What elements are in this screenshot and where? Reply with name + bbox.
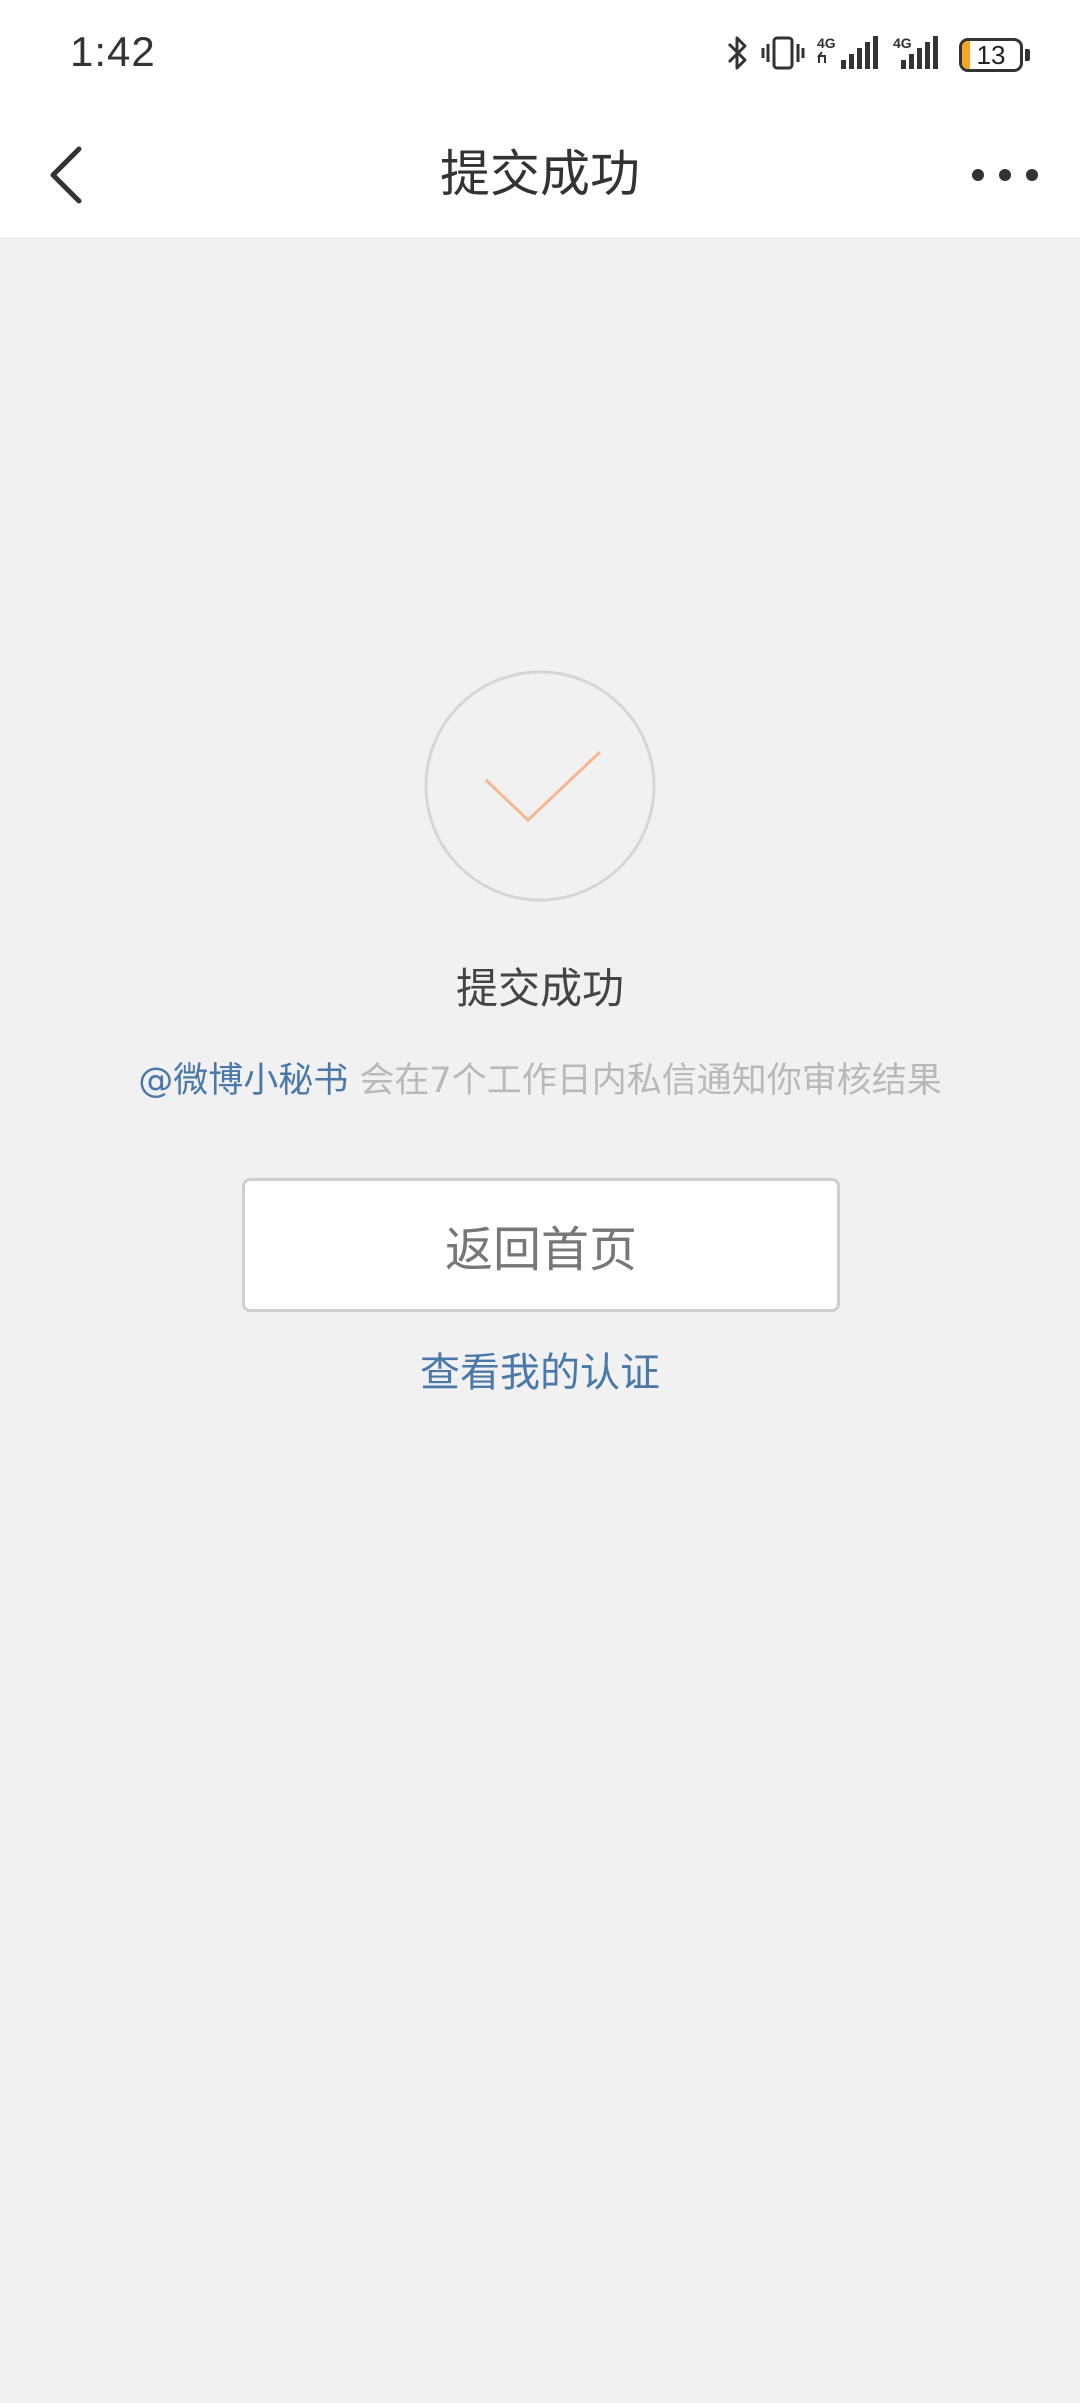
success-checkmark-icon	[424, 670, 656, 902]
view-my-certification-link[interactable]: 查看我的认证	[0, 1340, 1080, 1398]
status-bar: 1:42 4G 4G 13	[0, 0, 1080, 110]
signal-label: 4G	[817, 35, 836, 51]
success-title: 提交成功	[455, 964, 624, 1013]
status-icons: 4G 4G 13	[715, 30, 1030, 80]
battery-tip	[1025, 49, 1030, 61]
battery-icon: 13	[959, 38, 1023, 72]
vibrate-icon	[761, 33, 805, 77]
return-home-button[interactable]: 返回首页	[242, 1178, 840, 1312]
chevron-left-icon	[50, 146, 82, 204]
weibo-secretary-link[interactable]: @微博小秘书	[138, 1061, 348, 1101]
notice-text: 会在7个工作日内私信通知你审核结果	[348, 1061, 942, 1101]
signal-label: 4G	[893, 35, 912, 51]
signal-4g-icon: 4G	[815, 33, 881, 77]
back-button[interactable]	[20, 130, 110, 220]
bluetooth-icon	[725, 33, 751, 77]
battery-level: 13	[976, 39, 1006, 70]
signal-4g-icon: 4G	[891, 33, 949, 77]
review-notice: @微博小秘书 会在7个工作日内私信通知你审核结果	[0, 1052, 1080, 1103]
nav-bar: 提交成功	[0, 110, 1080, 239]
more-icon	[972, 169, 1038, 181]
page-title: 提交成功	[440, 145, 640, 203]
status-time: 1:42	[70, 28, 156, 75]
more-button[interactable]	[960, 140, 1050, 210]
